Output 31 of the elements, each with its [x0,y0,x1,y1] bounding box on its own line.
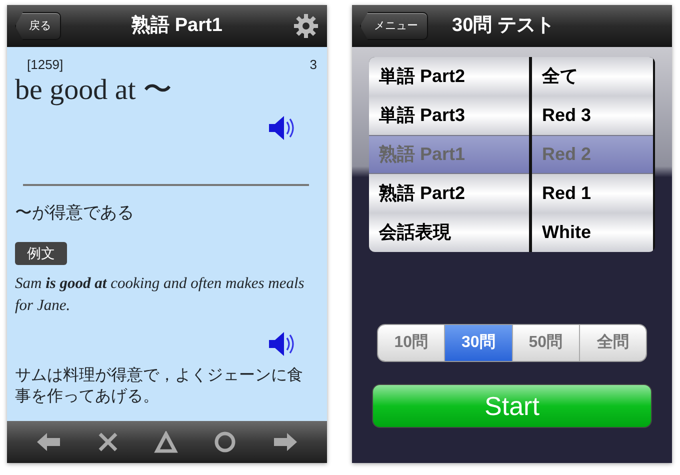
circle-icon[interactable] [214,431,236,453]
question-count-segment[interactable]: 50問 [512,325,579,361]
picker-option[interactable]: Red 1 [532,174,653,213]
menu-back-button[interactable]: メニュー [360,12,428,40]
picker-option[interactable]: 全て [532,57,653,96]
card-count: 3 [310,56,317,74]
headword: be good at 〜 [15,74,172,106]
picker-option[interactable]: 会話表現 [369,213,529,252]
example-label: 例文 [15,242,67,265]
entry-number: [1259] [27,56,64,74]
right-arrow-icon[interactable] [272,432,297,452]
picker-option[interactable]: Red 3 [532,96,653,135]
question-count-segment[interactable]: 10問 [378,325,444,361]
translation: サムは料理が得意で，よくジェーンに食事を作ってあげる。 [15,366,304,408]
settings-icon[interactable] [293,13,319,39]
question-count-segment[interactable]: 全問 [578,325,646,361]
left-arrow-icon[interactable] [37,432,62,452]
picker-option[interactable]: 熟語 Part2 [369,174,529,213]
speaker-icon[interactable] [267,114,295,142]
meaning: 〜が得意である [15,202,135,224]
speaker-icon[interactable] [267,330,295,358]
back-button[interactable]: 戻る [15,12,61,40]
example-sentence: Sam is good at cooking and often makes meals for Jane. [15,274,306,316]
triangle-icon[interactable] [154,431,178,453]
screen-title: 熟語 Part1 [132,14,222,36]
cross-icon[interactable] [98,432,118,452]
question-count-segment[interactable]: 30問 [444,325,512,361]
screen-title: 30問 テスト [452,14,554,38]
picker-option[interactable]: White [532,213,653,252]
picker-option[interactable]: 単語 Part3 [369,96,529,135]
picker-option[interactable]: 単語 Part2 [369,57,529,96]
